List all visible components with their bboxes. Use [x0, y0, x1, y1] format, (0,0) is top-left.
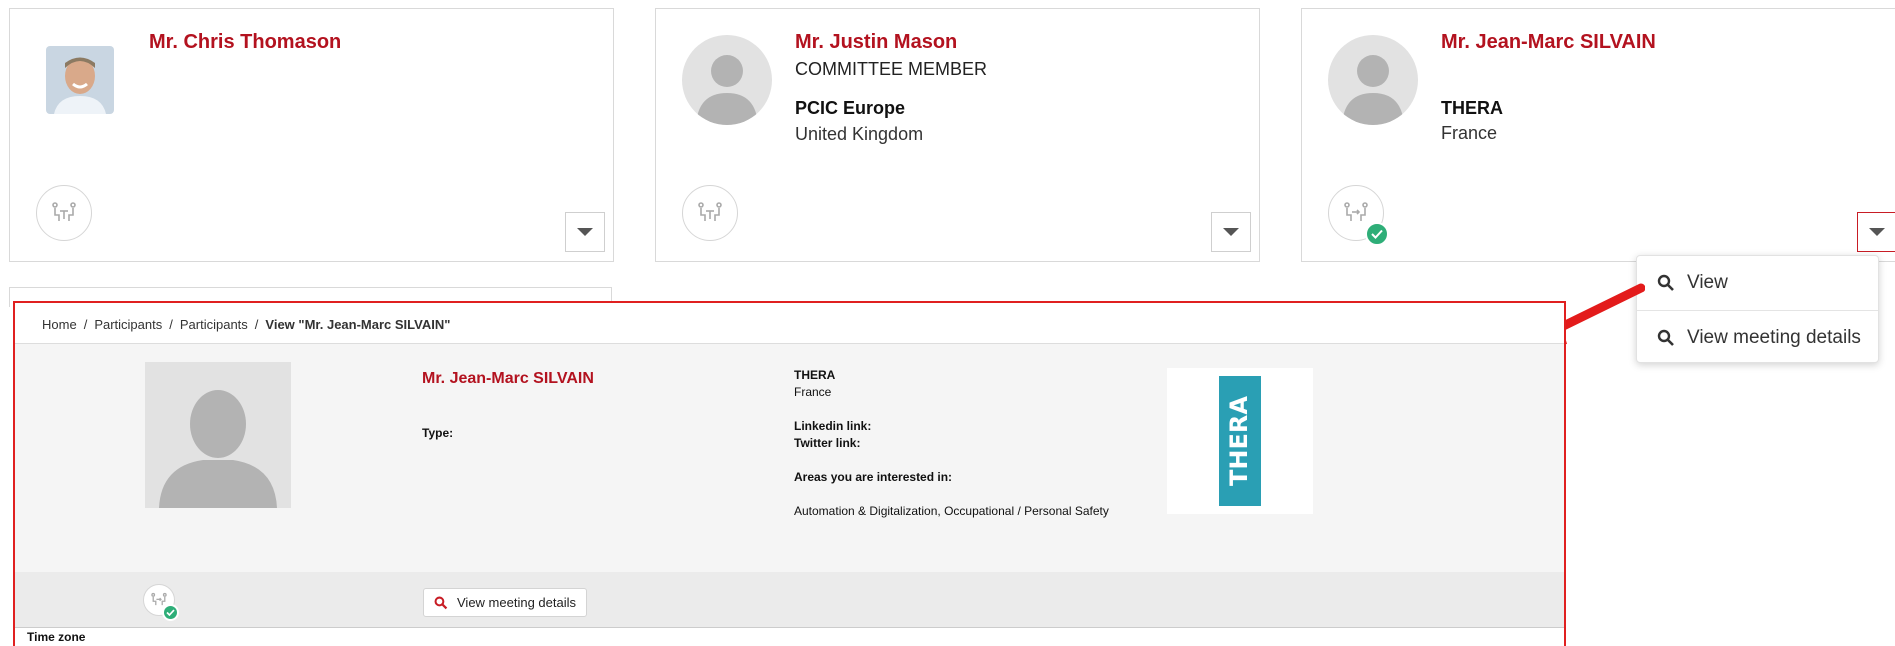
menu-item-label: View meeting details — [1687, 326, 1861, 348]
menu-item-label: View — [1687, 272, 1728, 293]
breadcrumb-current: View "Mr. Jean-Marc SILVAIN" — [265, 317, 451, 332]
meeting-table-icon[interactable] — [36, 185, 92, 241]
detail-body: Mr. Jean-Marc SILVAIN Type: THERA France… — [15, 344, 1564, 572]
actions-dropdown-button[interactable] — [1857, 212, 1895, 252]
actions-dropdown-button[interactable] — [565, 212, 605, 252]
linkedin-label: Linkedin link: — [794, 419, 872, 433]
avatar-placeholder-icon — [145, 362, 291, 508]
caret-down-icon — [1869, 228, 1885, 236]
participant-country: France — [794, 385, 832, 399]
type-label: Type: — [422, 426, 454, 440]
participant-photo — [46, 46, 114, 114]
menu-item-view[interactable]: View — [1637, 256, 1878, 310]
avatar-placeholder-icon — [1328, 35, 1418, 125]
breadcrumb-participants[interactable]: Participants — [94, 317, 162, 332]
participant-organization: THERA — [1441, 98, 1503, 118]
areas-label: Areas you are interested in: — [794, 470, 953, 484]
search-icon — [434, 596, 448, 609]
participant-name: Mr. Jean-Marc SILVAIN — [422, 370, 594, 387]
menu-item-view-meeting-details[interactable]: View meeting details — [1637, 310, 1878, 364]
participant-card: Mr. Jean-Marc SILVAIN THERA France — [1301, 8, 1895, 262]
company-logo: THERA — [1167, 368, 1313, 514]
participant-name[interactable]: Mr. Justin Mason — [795, 31, 957, 54]
breadcrumb-participants[interactable]: Participants — [180, 317, 248, 332]
search-icon — [1657, 274, 1674, 291]
meeting-table-icon[interactable] — [682, 185, 738, 241]
participant-role: COMMITTEE MEMBER — [795, 59, 987, 79]
timezone-label: Time zone — [27, 630, 86, 644]
button-label: View meeting details — [457, 595, 576, 610]
logo-text: THERA — [1225, 396, 1253, 486]
actions-dropdown-menu: View View meeting details — [1636, 255, 1879, 363]
check-icon — [1365, 222, 1389, 246]
participant-country: United Kingdom — [795, 124, 924, 144]
participant-name[interactable]: Mr. Chris Thomason — [149, 31, 341, 54]
caret-down-icon — [1223, 228, 1239, 236]
twitter-label: Twitter link: — [794, 436, 861, 450]
participant-organization: THERA — [794, 368, 836, 382]
detail-footer: View meeting details — [15, 572, 1564, 627]
participant-detail-panel: Home / Participants / Participants / View "Mr.… — [13, 301, 1566, 646]
caret-down-icon — [577, 228, 593, 236]
participant-card: Mr. Justin Mason COMMITTEE MEMBER PCIC E… — [655, 8, 1260, 262]
participant-organization: PCIC Europe — [795, 98, 906, 118]
participant-name[interactable]: Mr. Jean-Marc SILVAIN — [1441, 31, 1656, 54]
actions-dropdown-button[interactable] — [1211, 212, 1251, 252]
participant-card: Mr. Chris Thomason — [9, 8, 614, 262]
view-meeting-details-button[interactable]: View meeting details — [423, 588, 587, 617]
divider — [15, 627, 1564, 628]
breadcrumb-home[interactable]: Home — [42, 317, 77, 332]
check-icon — [162, 604, 179, 621]
avatar-placeholder-icon — [682, 35, 772, 125]
areas-value: Automation & Digitalization, Occupationa… — [794, 504, 1109, 518]
search-icon — [1657, 329, 1674, 346]
participant-country: France — [1441, 123, 1498, 143]
breadcrumb: Home / Participants / Participants / View "Mr.… — [42, 317, 451, 332]
